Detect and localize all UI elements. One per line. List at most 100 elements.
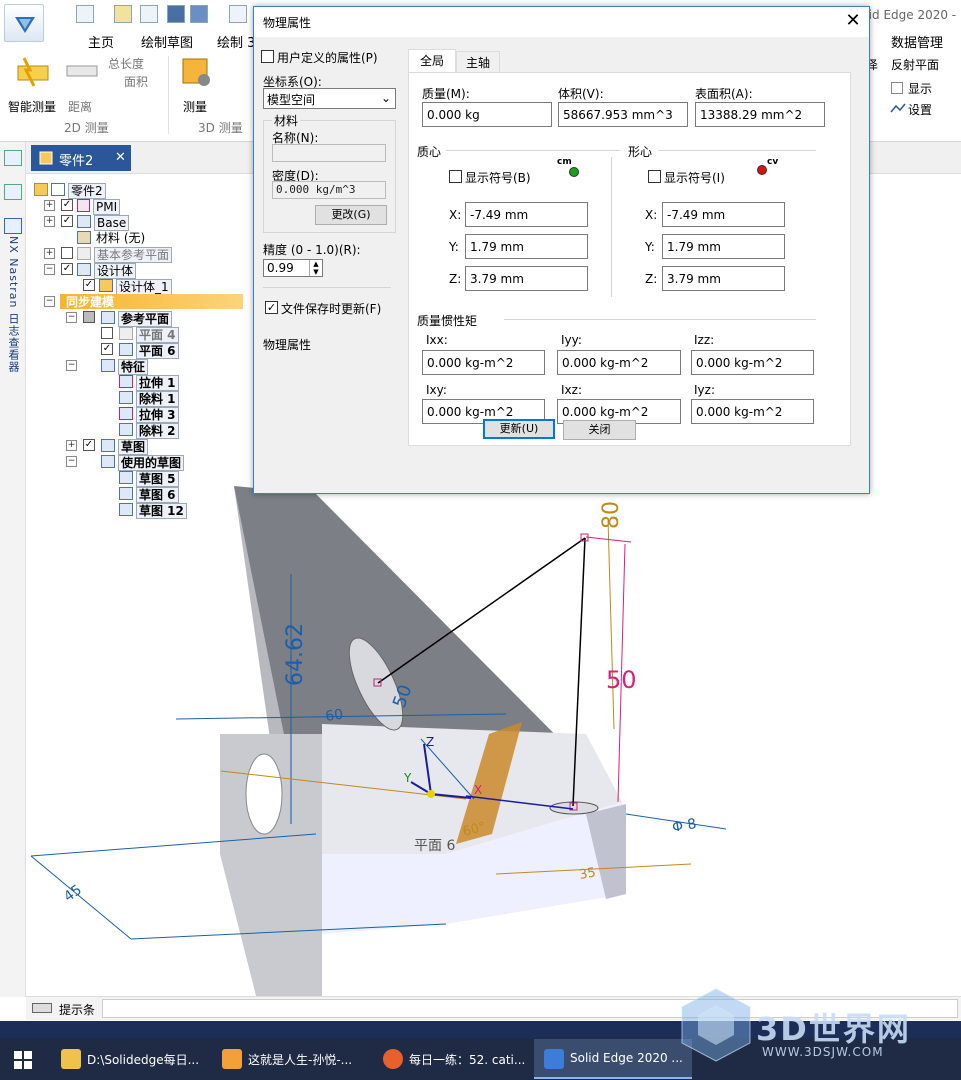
iyz-field[interactable]: 0.000 kg-m^2 (691, 399, 814, 424)
tab-home[interactable]: 主页 (88, 32, 114, 51)
tree-label: Base (94, 215, 130, 231)
collapse-toggle[interactable]: − (44, 296, 55, 307)
reflect-plane-button[interactable]: 反射平面 (891, 56, 939, 73)
pmi-checkbox[interactable]: ✓ (61, 199, 73, 211)
total-length-button[interactable]: 总长度 (108, 55, 144, 72)
display-checkbox[interactable] (891, 82, 903, 94)
show-cv-symbol-checkbox[interactable] (648, 170, 661, 183)
base-checkbox[interactable]: ✓ (61, 215, 73, 227)
triad-z-label: Z (426, 735, 434, 749)
expand-toggle[interactable]: + (66, 440, 77, 451)
izz-field[interactable]: 0.000 kg-m^2 (691, 350, 814, 375)
ref-planes-checkbox[interactable] (83, 311, 95, 323)
part-icon (34, 183, 48, 196)
accuracy-label: 精度 (0 - 1.0)(R): (263, 243, 361, 257)
spinner-arrows-icon[interactable]: ▲ ▼ (309, 260, 322, 276)
tab-data-management[interactable]: 数据管理 (891, 32, 943, 51)
tree-label: 设计体 (94, 263, 137, 279)
settings-label[interactable]: 设置 (908, 101, 932, 118)
physical-properties-dialog: 物理属性 ✕ 用户定义的属性(P) 坐标系(O): 模型空间 ⌄ 材料 名称(N… (253, 6, 870, 494)
group-2d-measure: 2D 测量 (64, 121, 109, 135)
document-tab[interactable]: 零件2 ✕ (31, 145, 131, 171)
cm-x-field[interactable]: -7.49 mm (465, 202, 588, 227)
cm-y-label: Y: (449, 240, 459, 254)
cv-z-field[interactable]: 3.79 mm (662, 266, 785, 291)
ixx-field[interactable]: 0.000 kg-m^2 (422, 350, 545, 375)
tab-sketch[interactable]: 绘制草图 (141, 32, 193, 51)
tree-label: 平面 4 (136, 327, 179, 343)
cv-y-field[interactable]: 1.79 mm (662, 234, 785, 259)
expand-toggle[interactable]: + (44, 200, 55, 211)
plane4-checkbox[interactable] (101, 327, 113, 339)
dialog-title: 物理属性 (263, 16, 312, 30)
dim-45-label: 45 (61, 882, 85, 905)
list-icon[interactable] (229, 5, 247, 23)
windows-start-icon[interactable] (14, 1051, 32, 1069)
distance-label[interactable]: 距离 (68, 98, 92, 115)
accuracy-spinner[interactable]: 0.99 ▲ ▼ (263, 259, 323, 277)
density-field[interactable]: 0.000 kg/m^3 (272, 181, 386, 199)
log-viewer-icon[interactable] (4, 218, 22, 234)
collapse-toggle[interactable]: − (66, 312, 77, 323)
design-body-checkbox[interactable]: ✓ (61, 263, 73, 275)
dim-80-label: 80 (599, 501, 624, 529)
show-cm-symbol-checkbox[interactable] (449, 170, 462, 183)
settings-icon[interactable] (890, 102, 906, 114)
coord-sys-select[interactable]: 模型空间 ⌄ (263, 88, 396, 109)
sketch-icon (119, 471, 133, 484)
nastran-log-viewer-tab[interactable]: NX Nastran 日志查看器 (5, 236, 21, 373)
name-field[interactable] (272, 144, 386, 162)
open-file-icon[interactable] (114, 5, 132, 23)
keyboard-icon[interactable] (32, 1003, 52, 1013)
tree-label: 设计体_1 (116, 279, 172, 295)
collapse-toggle[interactable]: − (44, 264, 55, 275)
media-icon[interactable] (4, 184, 22, 200)
save-icon[interactable] (167, 5, 185, 23)
smart-measure-icon[interactable] (16, 56, 50, 88)
collapse-toggle[interactable]: − (66, 456, 77, 467)
tree-label: 除料 2 (136, 423, 179, 439)
smart-measure-label[interactable]: 智能测量 (8, 98, 56, 115)
tree-label: 材料 (无) (96, 231, 146, 245)
user-defined-checkbox[interactable] (261, 50, 274, 63)
new-file-icon[interactable] (76, 5, 94, 23)
taskbar-item-music[interactable]: 这就是人生-孙悦-... (212, 1039, 370, 1079)
base-plane-checkbox[interactable] (61, 247, 73, 259)
surface-area-field[interactable]: 13388.29 mm^2 (695, 102, 825, 127)
prompt-bar-label: 提示条 (59, 1003, 96, 1017)
close-button[interactable]: 关闭 (563, 420, 636, 440)
sketch-checkbox[interactable]: ✓ (83, 439, 95, 451)
pathfinder-icon[interactable] (4, 150, 22, 166)
design-body-1-checkbox[interactable]: ✓ (83, 279, 95, 291)
distance-icon[interactable] (66, 62, 98, 82)
iyy-field[interactable]: 0.000 kg-m^2 (557, 350, 681, 375)
collapse-toggle[interactable]: − (66, 360, 77, 371)
close-icon[interactable]: ✕ (842, 10, 864, 32)
expand-toggle[interactable]: + (44, 248, 55, 259)
dialog-title-bar[interactable]: 物理属性 ✕ (254, 7, 869, 37)
taskbar-item-explorer[interactable]: D:\Solidedge每日... (51, 1039, 209, 1079)
taskbar-item-solidedge[interactable]: Solid Edge 2020 ... (534, 1039, 692, 1079)
tab-global[interactable]: 全局 (408, 49, 456, 74)
update-on-save-checkbox[interactable]: ✓ (265, 301, 278, 314)
measure-label[interactable]: 测量 (183, 98, 207, 115)
tree-label: 草图 (118, 439, 149, 455)
cm-z-field[interactable]: 3.79 mm (465, 266, 588, 291)
taskbar-item-firefox[interactable]: 每日一练：52. cati... (373, 1039, 531, 1079)
volume-field[interactable]: 58667.953 mm^3 (558, 102, 688, 127)
mass-field[interactable]: 0.000 kg (422, 102, 552, 127)
plane6-checkbox[interactable]: ✓ (101, 343, 113, 355)
area-button[interactable]: 面积 (124, 73, 148, 90)
tree-item-sync-modeling[interactable]: 同步建模 (64, 295, 116, 309)
cm-y-field[interactable]: 1.79 mm (465, 234, 588, 259)
volume-label: 体积(V): (558, 87, 604, 101)
close-icon[interactable]: ✕ (115, 150, 126, 165)
cv-x-field[interactable]: -7.49 mm (662, 202, 785, 227)
measure-icon[interactable] (180, 56, 214, 88)
tab-draw3[interactable]: 绘制 3 (217, 32, 255, 51)
save-as-icon[interactable] (190, 5, 208, 23)
update-button[interactable]: 更新(U) (483, 419, 555, 439)
change-button[interactable]: 更改(G) (315, 205, 387, 225)
expand-toggle[interactable]: + (44, 216, 55, 227)
link-icon[interactable] (140, 5, 158, 23)
